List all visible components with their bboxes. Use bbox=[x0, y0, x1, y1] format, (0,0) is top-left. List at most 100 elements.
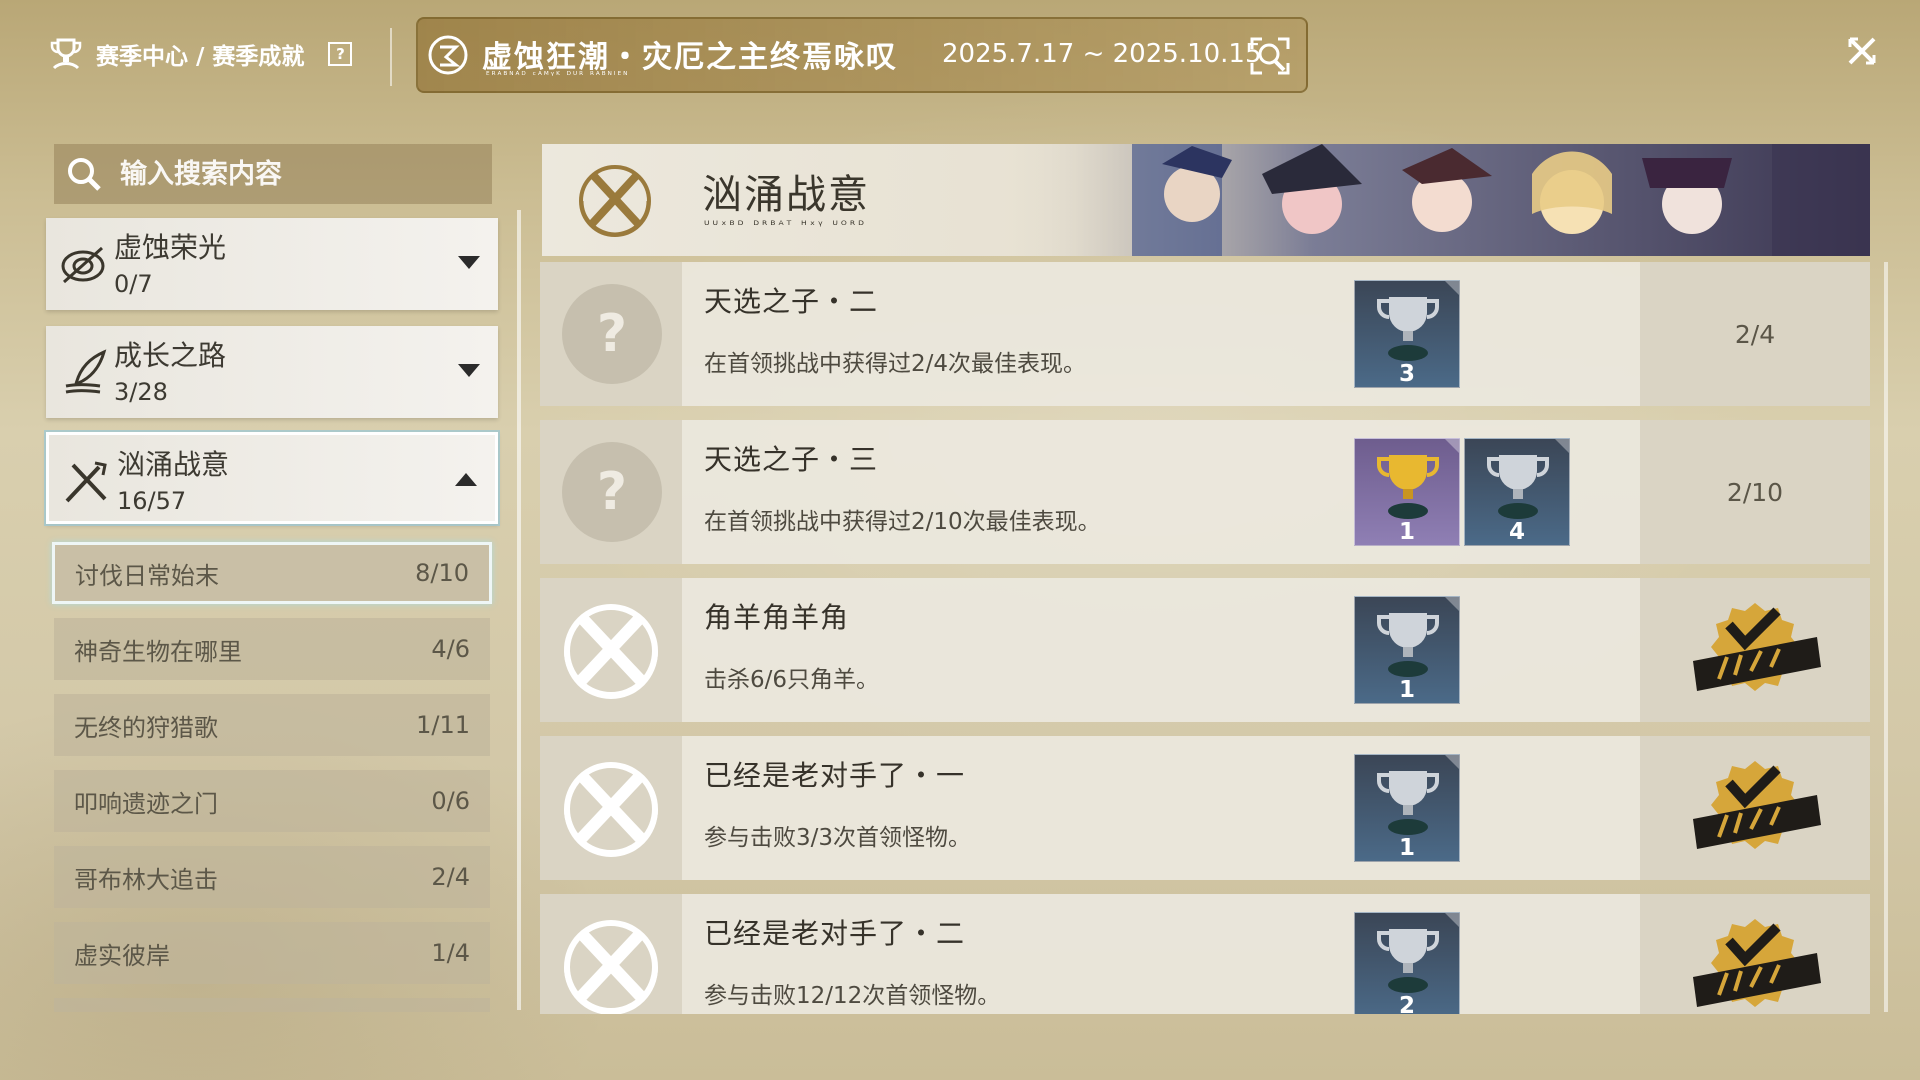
achievement-title: 天选之子・三 bbox=[704, 443, 879, 476]
corner-mark bbox=[1445, 439, 1459, 453]
achievement-status-cell bbox=[1640, 736, 1870, 880]
achievement-progress: 2/4 bbox=[1734, 319, 1776, 349]
season-banner: 虚蚀狂潮・灾厄之主终焉咏叹 ᴱᴿᴬᴮᴺᴬᴰ ᶜᴬᴹᵞᴷ ᴰᵁᴿ ᴿᴬᴮᴺᴵᴱᴺ … bbox=[416, 17, 1308, 93]
season-emblem-icon bbox=[428, 35, 468, 75]
subcategory-item-partial bbox=[54, 998, 490, 1012]
trophy-count: 1 bbox=[1398, 835, 1415, 861]
banner-subtitle: ᵁᵁˣᴮᴰ ᴰᴿᴮᴬᵀ ᴴˣᵞ ᵁᴼᴿᴰ bbox=[704, 218, 867, 232]
subcategory-name: 虚实彼岸 bbox=[74, 941, 170, 970]
trophy-count: 1 bbox=[1398, 519, 1415, 545]
achievement-progress: 2/10 bbox=[1726, 477, 1784, 507]
trophy-count: 2 bbox=[1398, 993, 1415, 1014]
help-icon[interactable]: ? bbox=[328, 42, 353, 66]
subcategory-item[interactable]: 哥布林大追击 2/4 bbox=[54, 846, 490, 908]
chevron-down-icon[interactable] bbox=[458, 364, 480, 377]
subcategory-count: 1/4 bbox=[431, 939, 470, 967]
achievement-desc: 在首领挑战中获得过2/4次最佳表现。 bbox=[704, 351, 1087, 377]
category-count: 3/28 bbox=[114, 378, 168, 406]
category-name: 成长之路 bbox=[114, 339, 227, 372]
achievement-icon-cell bbox=[540, 736, 682, 880]
subcategory-item[interactable]: 神奇生物在哪里 4/6 bbox=[54, 618, 490, 680]
trophy-reward-gold[interactable]: 1 bbox=[1354, 438, 1460, 546]
season-dates: 2025.7.17 ~ 2025.10.15 bbox=[942, 39, 1262, 69]
category-name: 汹涌战意 bbox=[117, 448, 230, 481]
crossed-swords-emblem-icon bbox=[564, 604, 658, 699]
subcategory-item[interactable]: 无终的狩猎歌 1/11 bbox=[54, 694, 490, 756]
subcategory-item[interactable]: 叩响遗迹之门 0/6 bbox=[54, 770, 490, 832]
trophy-count: 1 bbox=[1398, 677, 1415, 703]
trophy-reward[interactable]: 1 bbox=[1354, 596, 1460, 704]
locked-question-icon: ? bbox=[562, 442, 662, 542]
breadcrumb-text[interactable]: 赛季中心 / 赛季成就 bbox=[96, 37, 304, 71]
trophy-reward[interactable]: 1 bbox=[1354, 754, 1460, 862]
chevron-down-icon[interactable] bbox=[458, 256, 480, 269]
category-xiongyong-zhanyi[interactable]: 汹涌战意 16/57 bbox=[46, 432, 498, 524]
category-name: 虚蚀荣光 bbox=[114, 231, 227, 264]
achievement-title: 天选之子・二 bbox=[704, 285, 879, 318]
subcategory-name: 神奇生物在哪里 bbox=[74, 637, 242, 666]
gold-trophy-icon bbox=[1377, 455, 1439, 519]
season-achievement-icon bbox=[50, 38, 82, 70]
corner-mark bbox=[1445, 755, 1459, 769]
completed-stamp-icon bbox=[1693, 603, 1821, 691]
subcategory-name: 无终的狩猎歌 bbox=[74, 713, 218, 742]
character-artwork bbox=[1012, 144, 1870, 256]
achievement-desc: 参与击败12/12次首领怪物。 bbox=[704, 983, 1001, 1009]
achievement-status-cell: 2/4 bbox=[1640, 262, 1870, 406]
search-icon bbox=[68, 158, 101, 191]
search-input[interactable] bbox=[118, 157, 462, 191]
achievement-desc: 击杀6/6只角羊。 bbox=[704, 667, 880, 693]
trophy-reward[interactable]: 4 bbox=[1464, 438, 1570, 546]
chevron-up-icon[interactable] bbox=[455, 473, 477, 486]
crossed-swords-emblem-icon bbox=[564, 762, 658, 857]
season-preview-icon[interactable] bbox=[1246, 33, 1294, 79]
achievement-row[interactable]: 已经是老对手了・一 参与击败3/3次首领怪物。 1 bbox=[540, 736, 1870, 880]
locked-question-icon: ? bbox=[562, 284, 662, 384]
top-bar: 赛季中心 / 赛季成就 ? 虚蚀狂潮・灾厄之主终焉咏叹 ᴱᴿᴬᴮᴺᴬᴰ ᶜᴬᴹᵞ… bbox=[0, 0, 1920, 110]
trophy-icon bbox=[1377, 297, 1439, 361]
crossed-weapons-icon bbox=[65, 461, 107, 503]
corner-mark bbox=[1445, 913, 1459, 927]
achievement-row[interactable]: ? 天选之子・三 在首领挑战中获得过2/10次最佳表现。 1 4 2/10 bbox=[540, 420, 1870, 564]
category-count: 0/7 bbox=[114, 270, 153, 298]
trophy-count: 3 bbox=[1398, 361, 1415, 387]
achievement-row[interactable]: ? 天选之子・二 在首领挑战中获得过2/4次最佳表现。 3 2/4 bbox=[540, 262, 1870, 406]
category-chengzhang-zhilu[interactable]: 成长之路 3/28 bbox=[46, 326, 498, 418]
corner-mark bbox=[1445, 597, 1459, 611]
completed-stamp-icon bbox=[1693, 919, 1821, 1007]
achievement-status-cell: 2/10 bbox=[1640, 420, 1870, 564]
subcategory-name: 讨伐日常始末 bbox=[75, 561, 219, 590]
subcategory-name: 哥布林大追击 bbox=[74, 865, 218, 894]
achievement-title: 已经是老对手了・二 bbox=[704, 917, 966, 950]
category-xushi-rongguang[interactable]: 虚蚀荣光 0/7 bbox=[46, 218, 498, 310]
subcategory-item[interactable]: 讨伐日常始末 8/10 bbox=[52, 542, 492, 604]
achievement-desc: 参与击败3/3次首领怪物。 bbox=[704, 825, 972, 851]
trophy-count: 4 bbox=[1508, 519, 1525, 545]
trophy-icon bbox=[1377, 613, 1439, 677]
achievement-icon-cell bbox=[540, 894, 682, 1014]
subcategory-count: 1/11 bbox=[416, 711, 470, 739]
trophy-reward[interactable]: 2 bbox=[1354, 912, 1460, 1014]
achievement-icon-cell bbox=[540, 578, 682, 722]
trophy-icon bbox=[1487, 455, 1549, 519]
subcategory-item[interactable]: 虚实彼岸 1/4 bbox=[54, 922, 490, 984]
achievement-title: 已经是老对手了・一 bbox=[704, 759, 966, 792]
achievement-icon-cell: ? bbox=[540, 420, 682, 564]
crossed-swords-emblem-icon bbox=[564, 920, 658, 1014]
close-icon[interactable] bbox=[1846, 35, 1878, 67]
crossed-swords-emblem-icon bbox=[579, 165, 651, 237]
trophy-icon bbox=[1377, 771, 1439, 835]
achievement-desc: 在首领挑战中获得过2/10次最佳表现。 bbox=[704, 509, 1101, 535]
trophy-icon bbox=[1377, 929, 1439, 993]
header-divider bbox=[390, 28, 392, 86]
right-scrollbar[interactable] bbox=[1884, 262, 1888, 1012]
completed-stamp-icon bbox=[1693, 761, 1821, 849]
search-bar bbox=[54, 144, 492, 204]
trophy-reward[interactable]: 3 bbox=[1354, 280, 1460, 388]
achievement-status-cell bbox=[1640, 894, 1870, 1014]
subcategory-count: 4/6 bbox=[431, 635, 470, 663]
achievement-row[interactable]: 已经是老对手了・二 参与击败12/12次首领怪物。 2 bbox=[540, 894, 1870, 1014]
achievement-row[interactable]: 角羊角羊角 击杀6/6只角羊。 1 bbox=[540, 578, 1870, 722]
subcategory-count: 2/4 bbox=[431, 863, 470, 891]
left-scrollbar[interactable] bbox=[517, 210, 521, 1010]
